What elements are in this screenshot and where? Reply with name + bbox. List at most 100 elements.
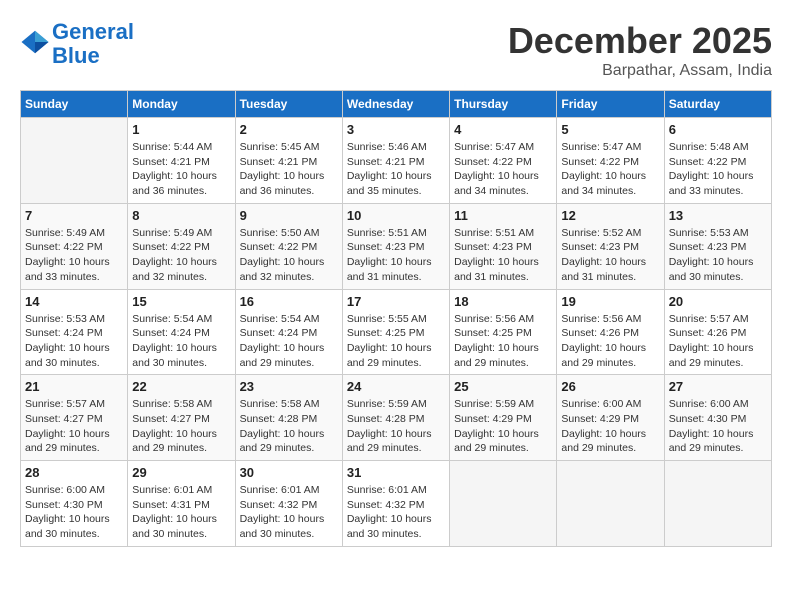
day-number: 7 [25,208,123,223]
day-number: 2 [240,122,338,137]
day-info: Sunrise: 5:50 AM Sunset: 4:22 PM Dayligh… [240,226,338,285]
day-info: Sunrise: 6:00 AM Sunset: 4:30 PM Dayligh… [25,483,123,542]
day-info: Sunrise: 5:47 AM Sunset: 4:22 PM Dayligh… [454,140,552,199]
calendar-cell [557,461,664,547]
calendar-day-header: Thursday [450,91,557,118]
day-number: 6 [669,122,767,137]
day-info: Sunrise: 6:00 AM Sunset: 4:30 PM Dayligh… [669,397,767,456]
calendar-day-header: Wednesday [342,91,449,118]
day-number: 9 [240,208,338,223]
calendar-cell [664,461,771,547]
calendar-cell [450,461,557,547]
calendar-week-row: 28 Sunrise: 6:00 AM Sunset: 4:30 PM Dayli… [21,461,772,547]
day-info: Sunrise: 5:58 AM Sunset: 4:27 PM Dayligh… [132,397,230,456]
day-info: Sunrise: 5:54 AM Sunset: 4:24 PM Dayligh… [132,312,230,371]
day-info: Sunrise: 5:58 AM Sunset: 4:28 PM Dayligh… [240,397,338,456]
calendar-cell: 17 Sunrise: 5:55 AM Sunset: 4:25 PM Dayli… [342,289,449,375]
calendar-cell: 10Sunrise: 5:51 AM Sunset: 4:23 PM Dayli… [342,203,449,289]
day-number: 31 [347,465,445,480]
calendar-cell [21,118,128,204]
day-info: Sunrise: 5:56 AM Sunset: 4:25 PM Dayligh… [454,312,552,371]
day-number: 22 [132,379,230,394]
calendar-cell: 16Sunrise: 5:54 AM Sunset: 4:24 PM Dayli… [235,289,342,375]
day-info: Sunrise: 5:57 AM Sunset: 4:27 PM Dayligh… [25,397,123,456]
calendar-cell: 6 Sunrise: 5:48 AM Sunset: 4:22 PM Daylig… [664,118,771,204]
day-info: Sunrise: 5:46 AM Sunset: 4:21 PM Dayligh… [347,140,445,199]
day-info: Sunrise: 5:49 AM Sunset: 4:22 PM Dayligh… [132,226,230,285]
day-number: 24 [347,379,445,394]
day-info: Sunrise: 5:53 AM Sunset: 4:24 PM Dayligh… [25,312,123,371]
calendar-cell: 29 Sunrise: 6:01 AM Sunset: 4:31 PM Dayli… [128,461,235,547]
calendar-cell: 28 Sunrise: 6:00 AM Sunset: 4:30 PM Dayli… [21,461,128,547]
day-number: 28 [25,465,123,480]
calendar-day-header: Saturday [664,91,771,118]
calendar-cell: 12Sunrise: 5:52 AM Sunset: 4:23 PM Dayli… [557,203,664,289]
day-info: Sunrise: 5:44 AM Sunset: 4:21 PM Dayligh… [132,140,230,199]
location-title: Barpathar, Assam, India [508,62,772,80]
calendar-week-row: 7 Sunrise: 5:49 AM Sunset: 4:22 PM Daylig… [21,203,772,289]
calendar-cell: 14 Sunrise: 5:53 AM Sunset: 4:24 PM Dayli… [21,289,128,375]
calendar-cell: 4Sunrise: 5:47 AM Sunset: 4:22 PM Daylig… [450,118,557,204]
day-number: 10 [347,208,445,223]
calendar-cell: 15 Sunrise: 5:54 AM Sunset: 4:24 PM Dayli… [128,289,235,375]
day-info: Sunrise: 5:55 AM Sunset: 4:25 PM Dayligh… [347,312,445,371]
logo: General Blue [20,20,134,68]
day-number: 21 [25,379,123,394]
day-number: 15 [132,294,230,309]
calendar-day-header: Sunday [21,91,128,118]
day-number: 18 [454,294,552,309]
calendar-cell: 20Sunrise: 5:57 AM Sunset: 4:26 PM Dayli… [664,289,771,375]
logo-line2: Blue [52,43,100,68]
day-number: 19 [561,294,659,309]
calendar-header-row: SundayMondayTuesdayWednesdayThursdayFrid… [21,91,772,118]
day-info: Sunrise: 5:54 AM Sunset: 4:24 PM Dayligh… [240,312,338,371]
calendar-cell: 23 Sunrise: 5:58 AM Sunset: 4:28 PM Dayli… [235,375,342,461]
day-info: Sunrise: 5:45 AM Sunset: 4:21 PM Dayligh… [240,140,338,199]
calendar-cell: 27 Sunrise: 6:00 AM Sunset: 4:30 PM Dayli… [664,375,771,461]
day-info: Sunrise: 5:56 AM Sunset: 4:26 PM Dayligh… [561,312,659,371]
calendar-cell: 1Sunrise: 5:44 AM Sunset: 4:21 PM Daylig… [128,118,235,204]
day-info: Sunrise: 6:01 AM Sunset: 4:32 PM Dayligh… [347,483,445,542]
day-info: Sunrise: 6:01 AM Sunset: 4:32 PM Dayligh… [240,483,338,542]
day-info: Sunrise: 5:59 AM Sunset: 4:29 PM Dayligh… [454,397,552,456]
day-info: Sunrise: 5:51 AM Sunset: 4:23 PM Dayligh… [454,226,552,285]
calendar-day-header: Monday [128,91,235,118]
calendar-cell: 13Sunrise: 5:53 AM Sunset: 4:23 PM Dayli… [664,203,771,289]
day-number: 29 [132,465,230,480]
calendar-day-header: Friday [557,91,664,118]
day-number: 23 [240,379,338,394]
calendar-week-row: 21 Sunrise: 5:57 AM Sunset: 4:27 PM Dayli… [21,375,772,461]
day-number: 5 [561,122,659,137]
day-info: Sunrise: 6:01 AM Sunset: 4:31 PM Dayligh… [132,483,230,542]
day-info: Sunrise: 5:48 AM Sunset: 4:22 PM Dayligh… [669,140,767,199]
month-title: December 2025 [508,20,772,62]
calendar-cell: 9 Sunrise: 5:50 AM Sunset: 4:22 PM Daylig… [235,203,342,289]
day-number: 11 [454,208,552,223]
day-number: 26 [561,379,659,394]
day-number: 12 [561,208,659,223]
calendar-table: SundayMondayTuesdayWednesdayThursdayFrid… [20,90,772,547]
day-number: 30 [240,465,338,480]
day-info: Sunrise: 5:47 AM Sunset: 4:22 PM Dayligh… [561,140,659,199]
calendar-cell: 26Sunrise: 6:00 AM Sunset: 4:29 PM Dayli… [557,375,664,461]
page-header: General Blue December 2025 Barpathar, As… [20,20,772,80]
calendar-cell: 7 Sunrise: 5:49 AM Sunset: 4:22 PM Daylig… [21,203,128,289]
title-block: December 2025 Barpathar, Assam, India [508,20,772,80]
logo-line1: General [52,19,134,44]
calendar-cell: 19 Sunrise: 5:56 AM Sunset: 4:26 PM Dayli… [557,289,664,375]
day-info: Sunrise: 5:59 AM Sunset: 4:28 PM Dayligh… [347,397,445,456]
calendar-cell: 21 Sunrise: 5:57 AM Sunset: 4:27 PM Dayli… [21,375,128,461]
day-number: 27 [669,379,767,394]
calendar-cell: 31 Sunrise: 6:01 AM Sunset: 4:32 PM Dayli… [342,461,449,547]
day-number: 14 [25,294,123,309]
day-number: 17 [347,294,445,309]
calendar-cell: 24 Sunrise: 5:59 AM Sunset: 4:28 PM Dayli… [342,375,449,461]
calendar-cell: 22 Sunrise: 5:58 AM Sunset: 4:27 PM Dayli… [128,375,235,461]
calendar-cell: 3Sunrise: 5:46 AM Sunset: 4:21 PM Daylig… [342,118,449,204]
day-info: Sunrise: 5:57 AM Sunset: 4:26 PM Dayligh… [669,312,767,371]
day-number: 25 [454,379,552,394]
day-number: 13 [669,208,767,223]
day-info: Sunrise: 5:49 AM Sunset: 4:22 PM Dayligh… [25,226,123,285]
calendar-cell: 25 Sunrise: 5:59 AM Sunset: 4:29 PM Dayli… [450,375,557,461]
calendar-week-row: 14 Sunrise: 5:53 AM Sunset: 4:24 PM Dayli… [21,289,772,375]
